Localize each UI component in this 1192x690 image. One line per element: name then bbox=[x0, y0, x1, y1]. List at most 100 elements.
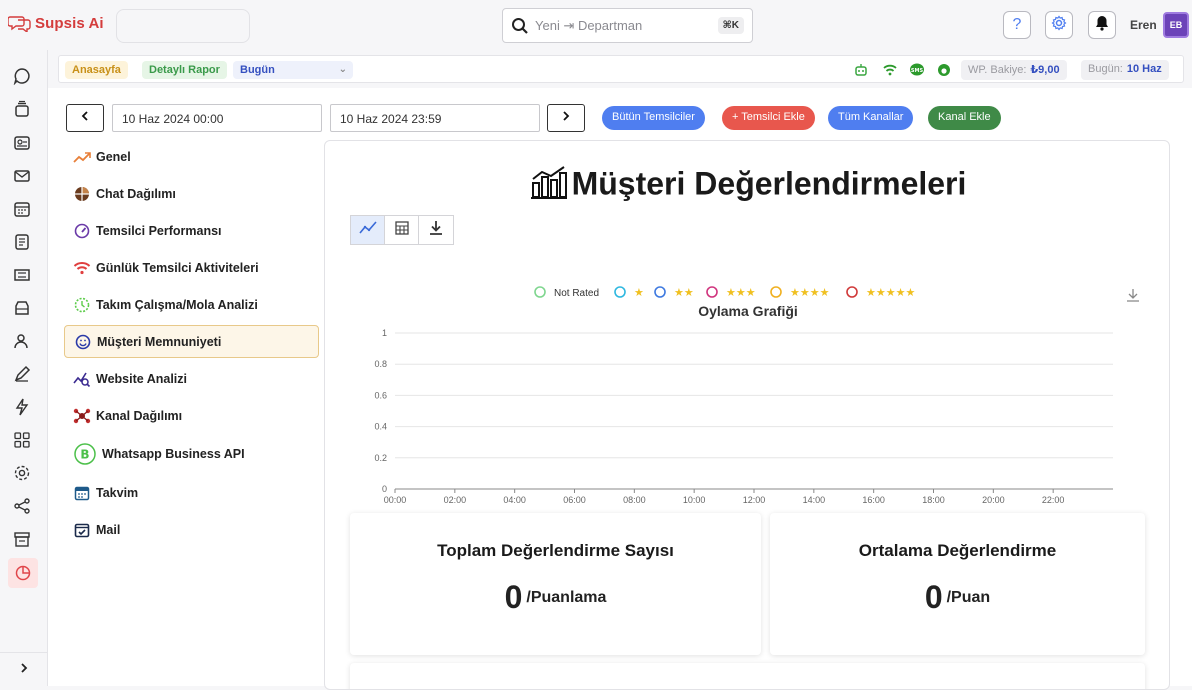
menu-item-label: Müşteri Memnuniyeti bbox=[97, 334, 222, 349]
line-chart-view-button[interactable] bbox=[351, 216, 385, 244]
end-date-input[interactable]: 10 Haz 2024 23:59 bbox=[330, 104, 540, 132]
page-title: Müşteri Değerlendirmeleri bbox=[325, 165, 1169, 207]
users-icon[interactable] bbox=[10, 329, 34, 353]
ticket-icon[interactable] bbox=[10, 263, 34, 287]
search-shortcut: ⌘K bbox=[717, 17, 744, 34]
legend-label: ★★★★★ bbox=[866, 287, 915, 299]
envelope-icon[interactable] bbox=[10, 164, 34, 188]
sms-icon[interactable]: SMS bbox=[908, 61, 926, 79]
total-ratings-card: Toplam Değerlendirme Sayısı 0/Puanlama bbox=[350, 513, 761, 655]
breadcrumb-detailed-report[interactable]: Detaylı Rapor bbox=[142, 61, 227, 79]
help-button[interactable]: ? bbox=[1003, 11, 1031, 39]
chat-bubble-icon[interactable] bbox=[10, 64, 34, 88]
search-bar[interactable]: Yeni ⇥ Departman ⌘K bbox=[502, 8, 753, 43]
x-tick-label: 22:00 bbox=[1042, 495, 1065, 505]
settings-icon[interactable] bbox=[10, 461, 34, 485]
lightning-icon[interactable] bbox=[10, 395, 34, 419]
store-icon[interactable] bbox=[10, 527, 34, 551]
menu-item-agent-performance[interactable]: Temsilci Performansı bbox=[64, 214, 319, 247]
add-channel-button[interactable]: Kanal Ekle bbox=[928, 106, 1001, 130]
analytics-icon bbox=[72, 369, 92, 389]
top-bar: Supsis Ai Yeni ⇥ Departman ⌘K ? Eren EB bbox=[0, 0, 1192, 50]
notifications-button[interactable] bbox=[1088, 11, 1116, 39]
all-agents-button[interactable]: Bütün Temsilciler bbox=[602, 106, 705, 130]
reports-pie-icon[interactable] bbox=[8, 558, 38, 588]
next-day-button[interactable] bbox=[547, 104, 585, 132]
menu-item-whatsapp-business-api[interactable]: B Whatsapp Business API bbox=[64, 436, 319, 472]
avatar[interactable]: EB bbox=[1163, 12, 1189, 38]
prev-day-button[interactable] bbox=[66, 104, 104, 132]
total-ratings-title: Toplam Değerlendirme Sayısı bbox=[437, 541, 674, 560]
document-list-icon[interactable] bbox=[10, 230, 34, 254]
menu-item-website-analytics[interactable]: Website Analizi bbox=[64, 362, 319, 395]
settings-button[interactable] bbox=[1045, 11, 1073, 39]
chart-toolbar bbox=[350, 215, 454, 245]
channel-status-icon[interactable] bbox=[935, 61, 953, 79]
question-icon: ? bbox=[1012, 16, 1022, 33]
bar-chart-icon bbox=[530, 165, 568, 207]
chevron-right-icon bbox=[18, 661, 30, 679]
sub-bar: Anasayfa Detaylı Rapor Bugün ⌄ SMS WP. B… bbox=[58, 55, 1184, 83]
logo-icon bbox=[7, 14, 32, 34]
smile-icon bbox=[73, 332, 93, 352]
menu-item-customer-satisfaction[interactable]: Müşteri Memnuniyeti bbox=[64, 325, 319, 358]
svg-text:B: B bbox=[80, 448, 89, 462]
range-select[interactable]: Bugün ⌄ bbox=[233, 61, 353, 79]
page-title-text: Müşteri Değerlendirmeleri bbox=[571, 165, 967, 202]
today-label: Bugün: bbox=[1088, 63, 1123, 75]
contact-card-icon[interactable] bbox=[10, 131, 34, 155]
start-date-input[interactable]: 10 Haz 2024 00:00 bbox=[112, 104, 322, 132]
chevron-down-icon: ⌄ bbox=[338, 64, 347, 75]
legend-label: ★★★★ bbox=[790, 287, 830, 299]
menu-item-chat-distribution[interactable]: Chat Dağılımı bbox=[64, 177, 319, 210]
archive-box-icon[interactable] bbox=[10, 296, 34, 320]
y-tick-label: 0.2 bbox=[374, 453, 387, 463]
table-view-button[interactable] bbox=[385, 216, 419, 244]
pen-icon[interactable] bbox=[10, 362, 34, 386]
y-tick-label: 0.8 bbox=[374, 359, 387, 369]
menu-item-channel-distribution[interactable]: Kanal Dağılımı bbox=[64, 399, 319, 432]
bot-icon[interactable] bbox=[852, 61, 870, 79]
app-name: Supsis Ai bbox=[35, 14, 104, 32]
legend-label: Not Rated bbox=[554, 288, 599, 299]
share-icon[interactable] bbox=[10, 494, 34, 518]
average-rating-unit: /Puan bbox=[946, 588, 991, 606]
inbox-stack-icon[interactable] bbox=[10, 97, 34, 121]
expand-nav-button[interactable] bbox=[0, 652, 48, 686]
menu-item-label: Mail bbox=[96, 522, 121, 537]
left-nav bbox=[0, 50, 48, 686]
legend-marker bbox=[846, 286, 858, 298]
calendar-icon bbox=[72, 483, 92, 503]
menu-item-calendar[interactable]: Takvim bbox=[64, 476, 319, 509]
all-channels-button[interactable]: Tüm Kanallar bbox=[828, 106, 914, 130]
menu-item-team-break-analysis[interactable]: Takım Çalışma/Mola Analizi bbox=[64, 288, 319, 321]
x-tick-label: 16:00 bbox=[862, 495, 885, 505]
add-agent-button[interactable]: + Temsilci Ekle bbox=[722, 106, 815, 130]
download-data-button[interactable] bbox=[419, 216, 453, 244]
menu-item-daily-agent-activities[interactable]: Günlük Temsilci Aktiviteleri bbox=[64, 251, 319, 284]
rating-chart: Not Rated ★ ★★ ★★★ ★★★★ ★★★★★Oylama Grafiği00… bbox=[374, 286, 1139, 505]
chevron-left-icon bbox=[79, 109, 91, 127]
app-logo[interactable]: Supsis Ai bbox=[7, 14, 104, 34]
wp-balance-value: ₺9,00 bbox=[1030, 64, 1060, 76]
menu-item-mail[interactable]: Mail bbox=[64, 513, 319, 546]
menu-item-general[interactable]: Genel bbox=[64, 140, 319, 173]
menu-item-label: Günlük Temsilci Aktiviteleri bbox=[96, 260, 259, 275]
search-icon bbox=[511, 17, 529, 35]
x-tick-label: 00:00 bbox=[384, 495, 407, 505]
download-icon bbox=[429, 220, 443, 241]
grid-icon[interactable] bbox=[10, 428, 34, 452]
workspace-selector[interactable] bbox=[116, 9, 250, 43]
legend-marker bbox=[654, 286, 666, 298]
table-icon bbox=[394, 220, 410, 241]
range-select-value: Bugün bbox=[240, 64, 275, 76]
x-tick-label: 12:00 bbox=[743, 495, 766, 505]
wifi-icon[interactable] bbox=[881, 61, 899, 79]
whatsapp-icon: B bbox=[72, 441, 98, 467]
breadcrumb-home[interactable]: Anasayfa bbox=[65, 61, 128, 79]
user-name[interactable]: Eren bbox=[1130, 18, 1157, 32]
total-ratings-value: 0/Puanlama bbox=[350, 579, 761, 616]
legend-marker bbox=[770, 286, 782, 298]
calendar-icon[interactable] bbox=[10, 197, 34, 221]
x-tick-label: 08:00 bbox=[623, 495, 646, 505]
